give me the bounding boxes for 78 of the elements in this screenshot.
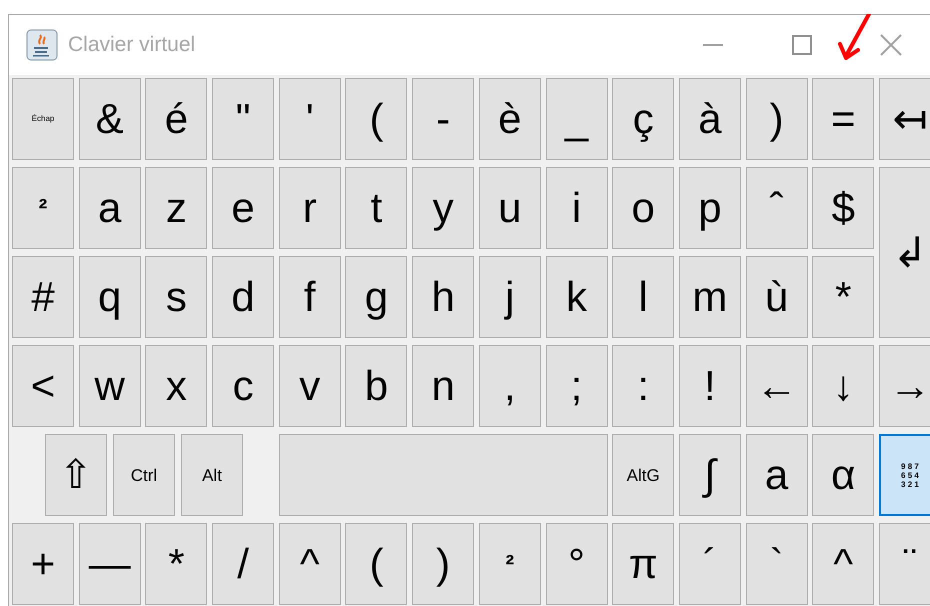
keyboard-key[interactable]: w	[78, 345, 141, 427]
keyboard-key[interactable]: -	[412, 78, 474, 160]
keyboard-key[interactable]: Échap	[12, 78, 74, 160]
keyboard-key[interactable]: s	[145, 256, 208, 338]
keyboard-key[interactable]: ;	[546, 345, 608, 427]
keyboard-key[interactable]: ²	[12, 167, 74, 249]
keyboard-key[interactable]: z	[145, 167, 208, 249]
keyboard-key[interactable]: )	[412, 523, 474, 605]
keyboard-key[interactable]: &	[78, 78, 141, 160]
keyboard-key[interactable]: ¨	[878, 523, 930, 605]
keyboard-key[interactable]: t	[345, 167, 408, 249]
keyboard-key[interactable]: ç	[612, 78, 674, 160]
keyboard-key[interactable]: i	[546, 167, 608, 249]
keyboard-key[interactable]: Alt	[181, 434, 243, 516]
keyboard-key[interactable]: /	[212, 523, 274, 605]
keyboard-key[interactable]: '	[278, 78, 341, 160]
keyboard-key[interactable]: a	[78, 167, 141, 249]
keyboard-key[interactable]: ↤	[878, 78, 930, 160]
keyboard-key[interactable]: ^	[812, 523, 874, 605]
keyboard-key[interactable]: è	[478, 78, 541, 160]
keyboard-key[interactable]: o	[612, 167, 674, 249]
keyboard-key[interactable]: ˆ	[746, 167, 808, 249]
keyboard-key[interactable]: u	[478, 167, 541, 249]
keyboard-key[interactable]: v	[278, 345, 341, 427]
keyboard-key[interactable]: AltG	[612, 434, 674, 516]
keyboard-key[interactable]: h	[412, 256, 474, 338]
keyboard-key[interactable]: m	[678, 256, 741, 338]
keyboard-key[interactable]: π	[612, 523, 674, 605]
keyboard-key[interactable]: ,	[478, 345, 541, 427]
keyboard-key[interactable]: ↲	[878, 167, 930, 338]
keyboard-key[interactable]: n	[412, 345, 474, 427]
keyboard-key[interactable]: à	[678, 78, 741, 160]
keyboard-key[interactable]: ù	[746, 256, 808, 338]
keyboard-key[interactable]: )	[746, 78, 808, 160]
keyboard-key[interactable]: y	[412, 167, 474, 249]
keyboard-key[interactable]: g	[345, 256, 408, 338]
keyboard-key[interactable]: ^	[278, 523, 341, 605]
keyboard-key[interactable]: c	[212, 345, 274, 427]
window-title: Clavier virtuel	[68, 32, 196, 58]
keyboard-key[interactable]: ←	[746, 345, 808, 427]
keyboard-key[interactable]: j	[478, 256, 541, 338]
keyboard-key[interactable]: b	[345, 345, 408, 427]
keyboard-key[interactable]: a	[746, 434, 808, 516]
keyboard-key[interactable]: +	[12, 523, 74, 605]
keyboard-key[interactable]: k	[546, 256, 608, 338]
keyboard-key[interactable]: (	[345, 523, 408, 605]
keyboard-key[interactable]: !	[678, 345, 741, 427]
keyboard-key[interactable]: Ctrl	[113, 434, 175, 516]
keyboard-key[interactable]: r	[278, 167, 341, 249]
keyboard-key[interactable]: =	[812, 78, 874, 160]
keyboard-key[interactable]: q	[78, 256, 141, 338]
keyboard-key[interactable]: <	[12, 345, 74, 427]
keyboard-key[interactable]: *	[145, 523, 208, 605]
keyboard-key[interactable]: p	[678, 167, 741, 249]
keyboard-key[interactable]: ⇧	[45, 434, 107, 516]
keyboard-key[interactable]: *	[812, 256, 874, 338]
keyboard-key[interactable]: e	[212, 167, 274, 249]
keyboard-key[interactable]: 9 8 7 6 5 4 3 2 1	[878, 434, 930, 516]
keyboard-key[interactable]: °	[546, 523, 608, 605]
keyboard-key[interactable]: #	[12, 256, 74, 338]
keyboard-key[interactable]: x	[145, 345, 208, 427]
keyboard-key[interactable]: ↓	[812, 345, 874, 427]
keyboard-key[interactable]: "	[212, 78, 274, 160]
keyboard-key[interactable]: →	[878, 345, 930, 427]
keyboard-key[interactable]: _	[546, 78, 608, 160]
keyboard-key[interactable]: ²	[478, 523, 541, 605]
keyboard-key[interactable]: :	[612, 345, 674, 427]
keyboard-key[interactable]: (	[345, 78, 408, 160]
keyboard-key[interactable]: ´	[678, 523, 741, 605]
keyboard-key[interactable]: ∫	[678, 434, 741, 516]
keyboard-key[interactable]: f	[278, 256, 341, 338]
keyboard-key[interactable]: $	[812, 167, 874, 249]
keyboard-key[interactable]: é	[145, 78, 208, 160]
keyboard-key[interactable]: d	[212, 256, 274, 338]
keyboard-key[interactable]: l	[612, 256, 674, 338]
keyboard-key[interactable]: —	[78, 523, 141, 605]
keyboard-key[interactable]: α	[812, 434, 874, 516]
keyboard-key[interactable]: `	[746, 523, 808, 605]
